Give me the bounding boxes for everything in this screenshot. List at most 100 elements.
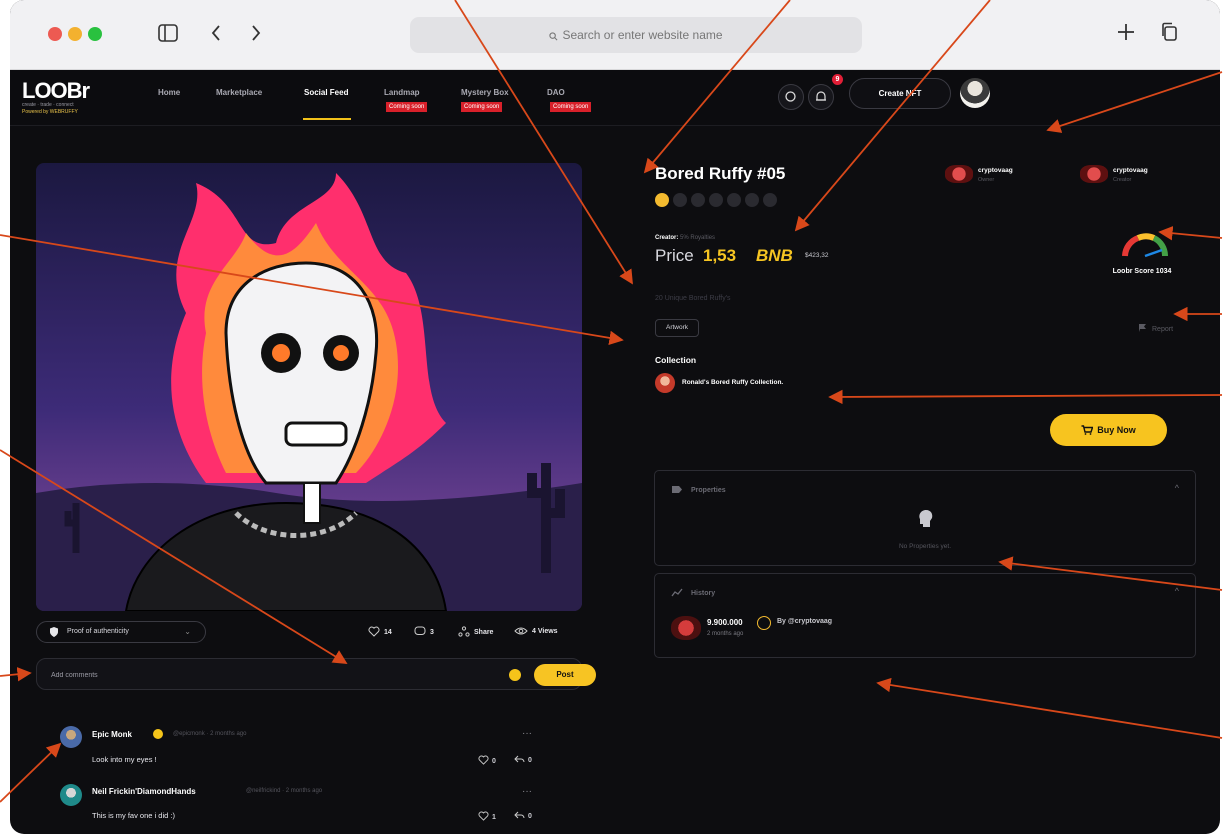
comment-avatar[interactable] [60,784,82,806]
nav-home[interactable]: Home [158,88,180,97]
comment-avatar[interactable] [60,726,82,748]
creator-name[interactable]: cryptovaag [1113,167,1148,174]
comment-reply-button[interactable]: 0 [514,811,532,820]
comment-count-button[interactable]: 3 [414,626,434,637]
create-nft-button[interactable]: Create NFT [849,78,951,109]
buy-now-label: Buy Now [1097,425,1136,435]
collection-name[interactable]: Ronald's Bored Ruffy Collection. [682,379,783,386]
chevron-up-icon[interactable]: ^ [1175,586,1179,596]
comment-like-count: 1 [492,814,496,821]
chevron-up-icon[interactable]: ^ [1175,483,1179,493]
loobr-score: Loobr Score 1034 [1112,268,1172,275]
history-buyer[interactable]: By @cryptovaag [777,618,832,625]
creator-label: Creator: [655,235,679,241]
owner-name[interactable]: cryptovaag [978,167,1013,174]
owner-avatar[interactable] [945,165,973,183]
properties-header[interactable]: Properties [671,485,726,494]
nft-title: Bored Ruffy #05 [655,164,786,183]
price-currency: BNB [756,246,793,265]
eye-icon [514,627,528,635]
comment-text: Look into my eyes ! [92,755,157,764]
empty-properties-icon [919,510,933,527]
comment-handle: @neilfrickind · 2 months ago [246,788,323,794]
history-amount: 9.900.000 [707,618,743,627]
heart-icon [478,811,489,821]
share-icon [458,626,470,637]
buy-now-button[interactable]: Buy Now [1050,414,1167,446]
more-options-icon[interactable]: ··· [522,786,532,797]
maximize-window-button[interactable] [88,27,102,41]
minimize-window-button[interactable] [68,27,82,41]
forward-icon[interactable] [250,22,262,48]
more-options-icon[interactable]: ··· [522,728,532,739]
report-button[interactable]: Report [1138,323,1173,333]
dao-coming-soon-badge: Coming soon [550,102,592,112]
chain-icon[interactable] [727,193,741,207]
comment-reply-count: 0 [528,813,532,820]
chain-icon[interactable] [691,193,705,207]
creator-avatar[interactable] [1080,165,1108,183]
share-button[interactable]: Share [458,626,493,637]
cart-icon [1081,425,1094,435]
user-avatar[interactable] [960,78,990,108]
creator-royalties: Creator: 5% Royalties [655,235,715,241]
reply-icon [514,811,525,819]
address-bar[interactable]: Search or enter website name [410,17,862,53]
comment-author[interactable]: Neil Frickin'DiamondHands [92,787,196,796]
site-logo[interactable]: LOOBr [22,78,90,104]
sidebar-toggle-icon[interactable] [158,22,178,48]
tab-overview-icon[interactable] [1160,22,1178,48]
notifications-button[interactable] [808,84,834,110]
loobr-score-gauge [1122,233,1169,258]
site-search-button[interactable] [778,84,804,110]
nft-artwork[interactable] [36,163,582,611]
chain-icon[interactable] [709,193,723,207]
site-header: LOOBr create · trade · connect Powered b… [10,70,1220,126]
close-window-button[interactable] [48,27,62,41]
views-count: 4 Views [514,626,558,636]
back-icon[interactable] [210,22,222,48]
creator-role: Creator [1113,177,1132,183]
like-button[interactable]: 14 [368,626,392,637]
emoji-icon[interactable] [509,669,521,681]
chevron-down-icon: ⌄ [184,627,191,636]
new-tab-icon[interactable] [1116,22,1136,48]
history-time: 2 months ago [707,631,744,637]
comment-like-button[interactable]: 1 [478,811,496,821]
views-label: 4 Views [532,628,558,635]
comment-reply-count: 0 [528,757,532,764]
share-label: Share [474,629,494,636]
proof-of-authenticity-dropdown[interactable]: Proof of authenticity ⌄ [36,621,206,643]
ethereum-icon[interactable] [673,193,687,207]
post-button[interactable]: Post [534,664,596,686]
chain-icon[interactable] [763,193,777,207]
properties-title: Properties [691,487,726,494]
nav-mystery-box[interactable]: Mystery Box [461,88,509,97]
notification-count-badge: 9 [832,74,843,85]
tag-icon [672,486,682,493]
history-avatar[interactable] [671,616,701,640]
nav-marketplace[interactable]: Marketplace [216,88,262,97]
nav-dao[interactable]: DAO [547,88,565,97]
nav-social-feed[interactable]: Social Feed [304,88,348,97]
blockchain-icons [655,193,781,209]
collection-avatar[interactable] [655,373,675,393]
comment-author[interactable]: Epic Monk [92,730,132,739]
comment-icon [414,626,426,635]
chain-icon[interactable] [745,193,759,207]
address-bar-placeholder: Search or enter website name [562,28,723,42]
bnb-icon[interactable] [655,193,669,207]
browser-toolbar: Search or enter website name [10,0,1220,70]
properties-panel: Properties ^ No Properties yet. [654,470,1196,566]
comment-like-button[interactable]: 0 [478,755,496,765]
comment-reply-button[interactable]: 0 [514,755,532,764]
history-panel: History ^ 9.900.000 By @cryptovaag 2 mon… [654,573,1196,658]
screenshot-stage: Search or enter website name LOOBr creat… [0,0,1225,834]
comment-input[interactable] [51,668,451,682]
royalties-label: 5% Royalties [680,235,716,241]
reply-icon [514,755,525,763]
history-header[interactable]: History [671,588,715,597]
coin-icon [757,616,771,630]
nav-landmap[interactable]: Landmap [384,88,420,97]
category-tag[interactable]: Artwork [655,319,700,337]
